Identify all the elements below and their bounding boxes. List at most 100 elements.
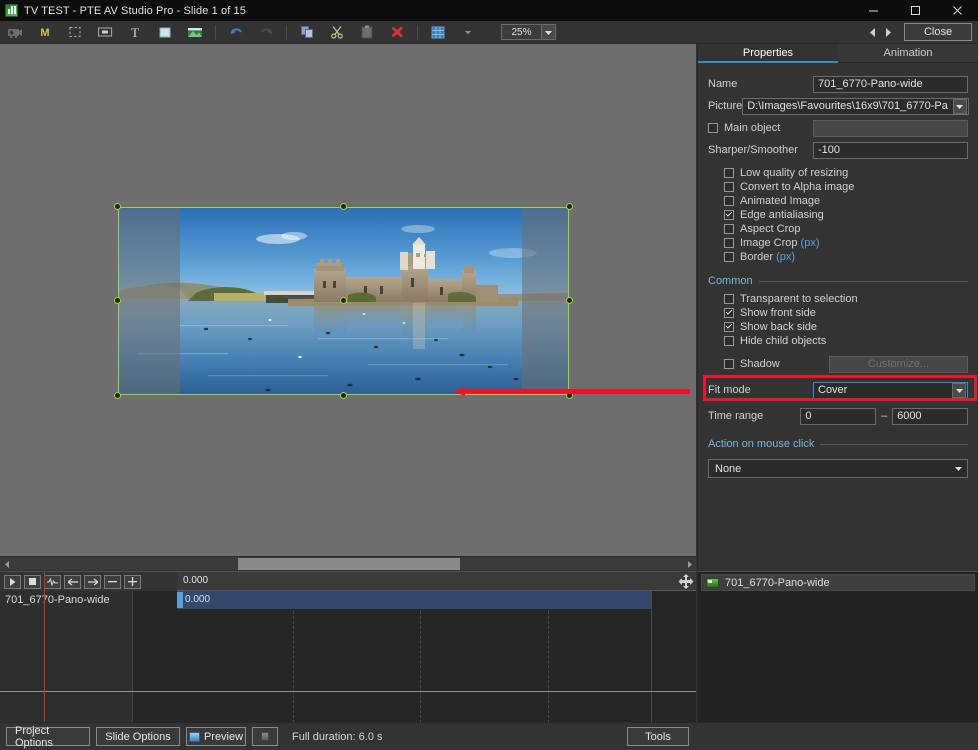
resize-handle-top-center[interactable] xyxy=(340,203,347,210)
option-aspect-crop[interactable]: Aspect Crop xyxy=(724,222,968,236)
name-input[interactable]: 701_6770-Pano-wide xyxy=(813,75,968,93)
timeline-tracks[interactable]: 0.000 xyxy=(133,591,696,723)
sharper-input[interactable]: -100 xyxy=(813,141,968,159)
option-show-front-side[interactable]: Show front side xyxy=(724,306,968,320)
add-text-icon[interactable]: T xyxy=(120,21,150,43)
timeline-track-name[interactable]: 701_6770-Pano-wide xyxy=(0,591,132,609)
option-low-quality-resizing[interactable]: Low quality of resizing xyxy=(724,166,968,180)
customize-shadow-button[interactable]: Customize... xyxy=(829,355,968,373)
resize-handle-middle-left[interactable] xyxy=(114,297,121,304)
canvas-horizontal-scroll-thumb[interactable] xyxy=(238,558,460,570)
section-divider xyxy=(820,443,968,445)
copy-icon[interactable] xyxy=(292,21,322,43)
option-transparent-to-selection[interactable]: Transparent to selection xyxy=(724,292,968,306)
time-range-start-input[interactable]: 0 xyxy=(800,407,877,425)
action-on-mouse-click-combo[interactable]: None xyxy=(708,459,968,478)
project-options-button[interactable]: Project Options xyxy=(6,725,90,749)
grid-dropdown-icon[interactable] xyxy=(453,21,483,43)
shadow-label: Shadow xyxy=(740,358,780,370)
zoom-in-button[interactable] xyxy=(124,574,141,589)
option-label: Animated Image xyxy=(740,195,821,207)
resize-handle-middle-right[interactable] xyxy=(566,297,573,304)
tab-properties[interactable]: Properties xyxy=(698,44,838,63)
option-hide-child-objects[interactable]: Hide child objects xyxy=(724,334,968,348)
delete-icon[interactable] xyxy=(382,21,412,43)
time-range-row: Time range 0 – 6000 xyxy=(708,405,969,427)
objects-list-panel[interactable]: 701_6770-Pano-wide xyxy=(697,571,978,722)
timeline-toolbar xyxy=(0,572,177,591)
shadow-checkbox[interactable]: Shadow xyxy=(724,358,829,370)
selected-object[interactable] xyxy=(114,203,573,399)
waveform-button[interactable] xyxy=(44,574,61,589)
canvas-horizontal-scrollbar[interactable] xyxy=(0,556,696,570)
time-range-end-input[interactable]: 6000 xyxy=(892,407,969,425)
zoom-level-combo[interactable]: 25% xyxy=(501,24,556,40)
resize-handle-top-left[interactable] xyxy=(114,203,121,210)
cut-icon[interactable] xyxy=(322,21,352,43)
grid-icon[interactable] xyxy=(423,21,453,43)
timeline-clip-start-handle[interactable] xyxy=(177,592,183,608)
prev-slide-button[interactable] xyxy=(864,22,880,42)
prev-keyframe-button[interactable] xyxy=(64,574,81,589)
main-object-row: Main object xyxy=(708,117,968,139)
option-edge-antialiasing[interactable]: Edge antialiasing xyxy=(724,208,968,222)
timeline-gridline xyxy=(420,591,421,723)
resize-handle-top-right[interactable] xyxy=(566,203,573,210)
resize-handle-center[interactable] xyxy=(340,297,347,304)
redo-icon[interactable] xyxy=(251,21,281,43)
option-image-crop[interactable]: Image Crop (px) xyxy=(724,236,968,250)
name-label: Name xyxy=(708,78,738,90)
chevron-down-icon[interactable] xyxy=(952,382,966,398)
slide-canvas[interactable] xyxy=(0,44,696,556)
properties-body: Name 701_6770-Pano-wide Picture D:\Image… xyxy=(698,63,978,478)
option-show-back-side[interactable]: Show back side xyxy=(724,320,968,334)
undo-icon[interactable] xyxy=(221,21,251,43)
chevron-down-icon[interactable] xyxy=(951,460,966,477)
paste-icon[interactable] xyxy=(352,21,382,43)
add-rectangle-icon[interactable] xyxy=(150,21,180,43)
next-slide-button[interactable] xyxy=(880,22,896,42)
option-unit: (px) xyxy=(776,251,796,263)
option-animated-image[interactable]: Animated Image xyxy=(724,194,968,208)
timeline-gridline xyxy=(651,591,652,723)
projector-icon[interactable] xyxy=(0,21,30,43)
close-window-button[interactable] xyxy=(936,0,978,21)
tools-button[interactable]: Tools xyxy=(627,727,689,746)
main-object-select-button[interactable] xyxy=(813,119,968,137)
timeline-clip[interactable] xyxy=(177,591,651,609)
zoom-out-button[interactable] xyxy=(104,574,121,589)
image-thumbnail-icon xyxy=(706,577,719,588)
timeline-ruler[interactable]: 0.000 xyxy=(177,572,696,591)
play-button[interactable] xyxy=(4,574,21,589)
marquee-select-icon[interactable] xyxy=(60,21,90,43)
option-convert-to-alpha-image[interactable]: Convert to Alpha image xyxy=(724,180,968,194)
minimize-button[interactable] xyxy=(852,0,894,21)
next-keyframe-button[interactable] xyxy=(84,574,101,589)
resize-handle-bottom-left[interactable] xyxy=(114,392,121,399)
stop-button[interactable] xyxy=(24,574,41,589)
resize-handle-bottom-right[interactable] xyxy=(566,392,573,399)
tab-animation[interactable]: Animation xyxy=(838,44,978,63)
chevron-down-icon[interactable] xyxy=(952,98,967,114)
fit-mode-combo[interactable]: Cover xyxy=(813,381,968,399)
add-image-icon[interactable] xyxy=(180,21,210,43)
picture-combo[interactable]: D:\Images\Favourites\16x9\701_6770-Pa xyxy=(742,97,969,115)
move-resize-icon[interactable] xyxy=(678,574,694,589)
close-editor-button[interactable]: Close xyxy=(904,23,972,41)
timeline-ruler-value: 0.000 xyxy=(183,575,209,586)
main-object-checkbox[interactable]: Main object xyxy=(708,122,813,134)
maximize-button[interactable] xyxy=(894,0,936,21)
option-border[interactable]: Border (px) xyxy=(724,250,968,264)
list-item[interactable]: 701_6770-Pano-wide xyxy=(701,574,975,591)
preview-button[interactable]: Preview xyxy=(186,727,246,746)
scroll-left-icon[interactable] xyxy=(0,557,14,571)
mask-icon[interactable] xyxy=(90,21,120,43)
option-label: Show back side xyxy=(740,321,818,333)
scroll-right-icon[interactable] xyxy=(682,557,696,571)
slide-options-button[interactable]: Slide Options xyxy=(96,727,180,746)
resize-handle-bottom-center[interactable] xyxy=(340,392,347,399)
fullscreen-preview-button[interactable] xyxy=(252,727,278,746)
timeline-playhead[interactable] xyxy=(44,572,45,723)
main-object-m-icon[interactable]: M xyxy=(30,21,60,43)
chevron-down-icon[interactable] xyxy=(541,25,555,39)
